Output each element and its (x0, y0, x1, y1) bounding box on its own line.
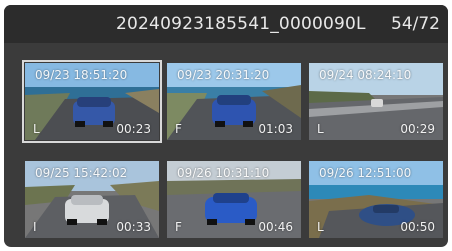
recording-timestamp: 09/25 15:42:02 (35, 166, 128, 180)
recording-mode-label: L (317, 220, 324, 234)
clip-duration: 00:29 (400, 122, 435, 136)
video-thumbnail-6[interactable]: 09/26 12:51:00 L 00:50 (309, 161, 443, 238)
recording-timestamp: 09/24 08:24:10 (319, 68, 412, 82)
clip-duration: 00:50 (400, 220, 435, 234)
header-bar: 20240923185541_0000090L 54/72 (4, 5, 448, 43)
dashcam-playback-screen: 20240923185541_0000090L 54/72 09/23 18:5… (4, 5, 448, 247)
recording-mode-label: I (33, 220, 37, 234)
video-thumbnail-4[interactable]: 09/25 15:42:02 I 00:33 (25, 161, 159, 238)
video-thumbnail-5[interactable]: 09/26 10:31:10 F 00:46 (167, 161, 301, 238)
clip-duration: 00:33 (116, 220, 151, 234)
recording-mode-label: F (175, 122, 182, 136)
recording-timestamp: 09/23 18:51:20 (35, 68, 128, 82)
clip-duration: 00:23 (116, 122, 151, 136)
file-name-title: 20240923185541_0000090L (116, 14, 366, 34)
recording-mode-label: F (175, 220, 182, 234)
recording-timestamp: 09/23 20:31:20 (177, 68, 270, 82)
recording-mode-label: L (317, 122, 324, 136)
clip-duration: 01:03 (258, 122, 293, 136)
clip-duration: 00:46 (258, 220, 293, 234)
recording-timestamp: 09/26 10:31:10 (177, 166, 270, 180)
video-thumbnail-3[interactable]: 09/24 08:24:10 L 00:29 (309, 63, 443, 140)
recording-timestamp: 09/26 12:51:00 (319, 166, 412, 180)
file-counter: 54/72 (391, 14, 440, 34)
video-thumbnail-2[interactable]: 09/23 20:31:20 F 01:03 (167, 63, 301, 140)
recording-mode-label: L (33, 122, 40, 136)
video-thumbnail-1[interactable]: 09/23 18:51:20 L 00:23 (22, 60, 162, 143)
